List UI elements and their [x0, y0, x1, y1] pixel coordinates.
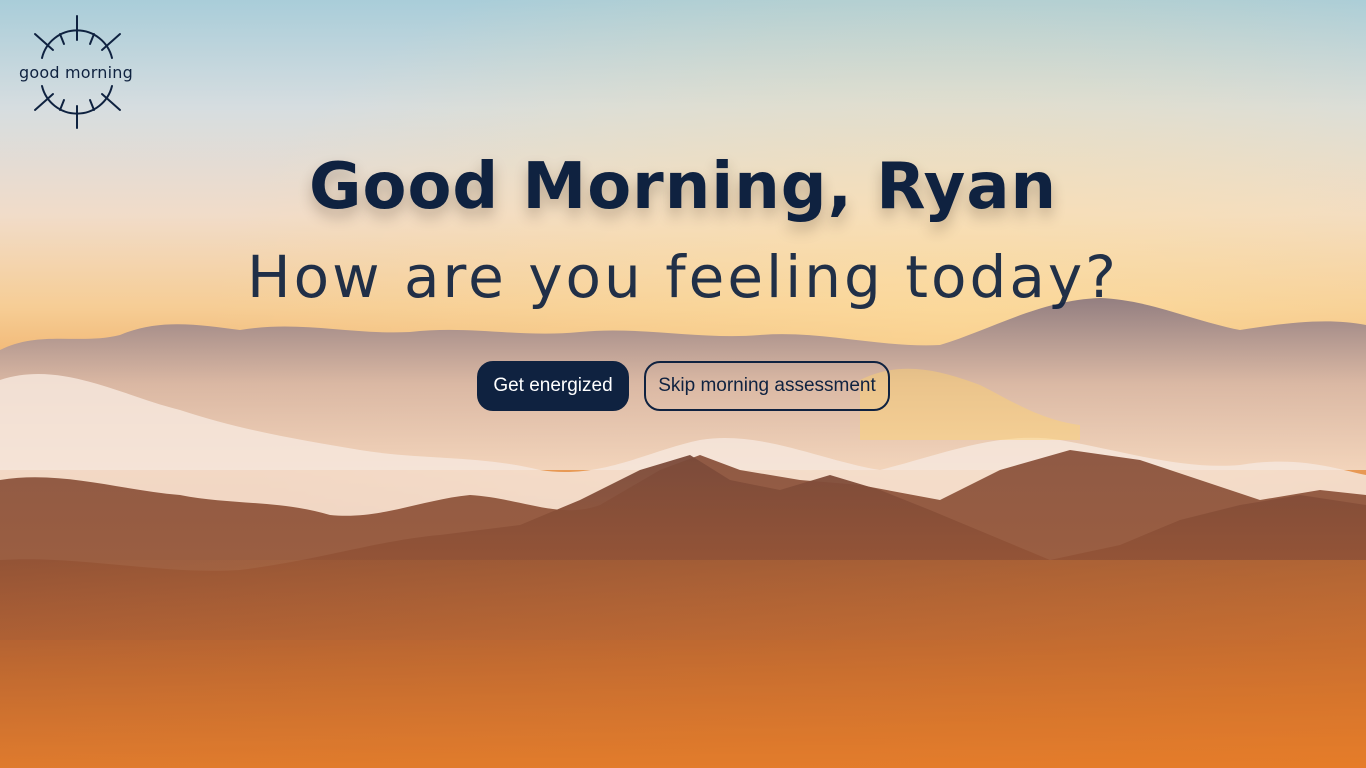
logo-text: good morning [19, 63, 133, 82]
skip-assessment-button[interactable]: Skip morning assessment [644, 361, 890, 411]
greeting-subtitle-text: How are you feeling today? [247, 243, 1119, 311]
get-energized-button[interactable]: Get energized [477, 361, 629, 411]
greeting-title: Good Morning, Ryan [308, 150, 1058, 224]
logo[interactable]: good morning [12, 14, 140, 132]
greeting-subtitle: How are you feeling today? [0, 243, 1366, 311]
